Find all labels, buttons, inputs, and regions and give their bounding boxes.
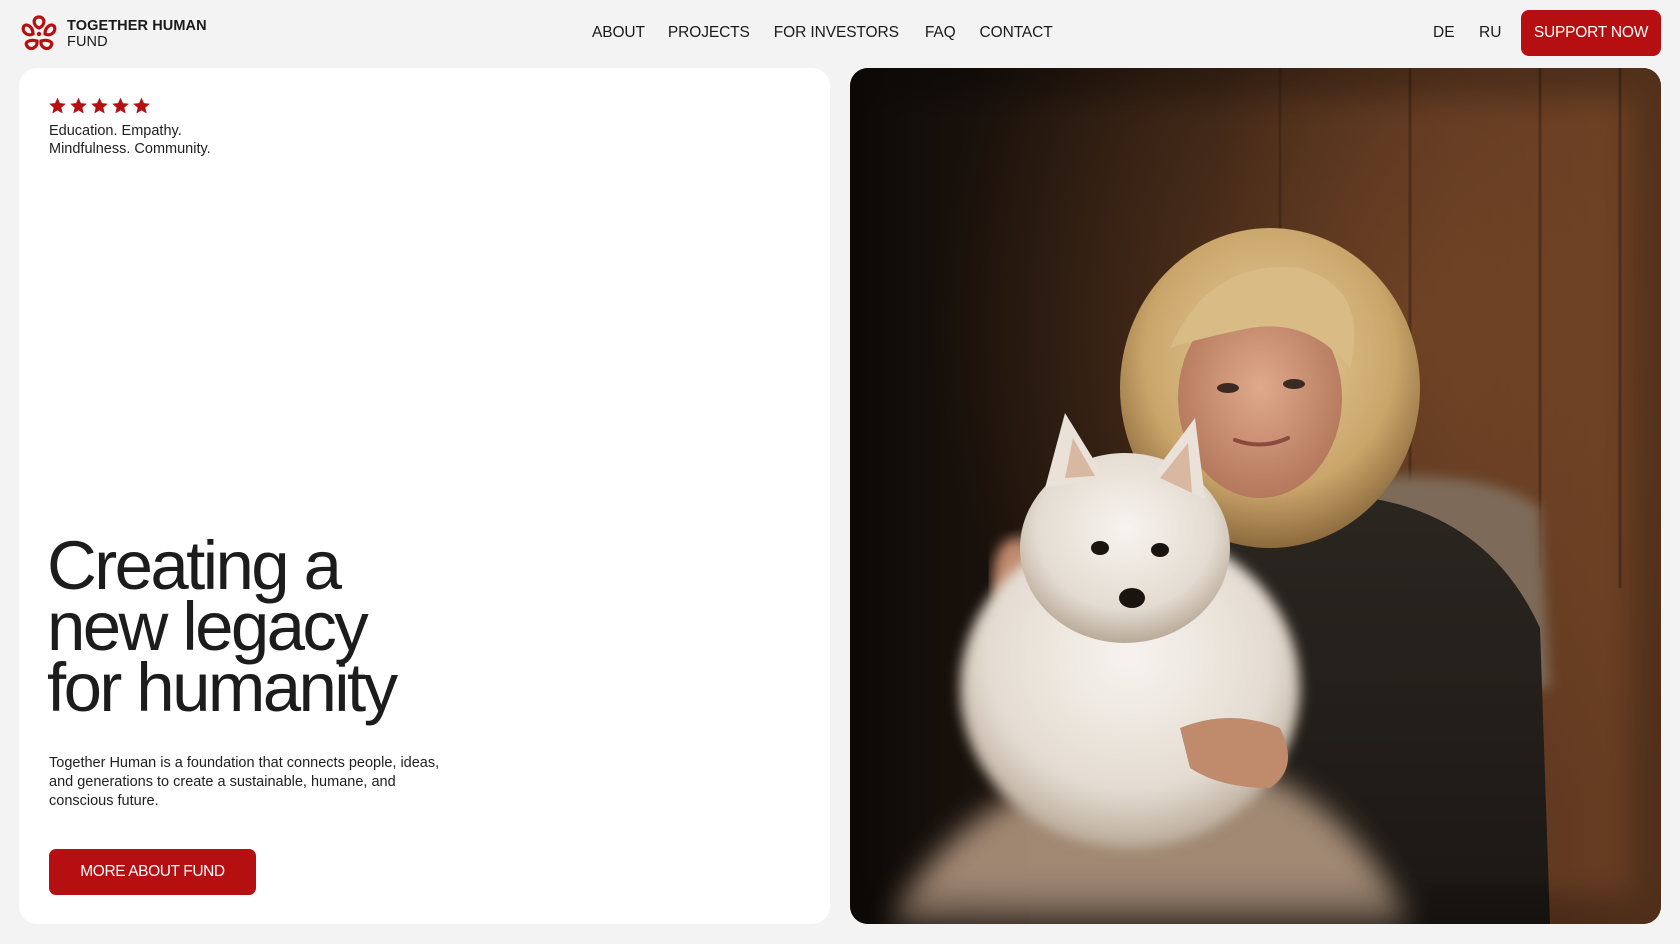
nav-item-about[interactable]: ABOUT — [592, 24, 645, 42]
rating-stars — [47, 96, 152, 116]
nav-item-faq[interactable]: FAQ — [925, 24, 956, 42]
headline-line2: new legacy — [47, 588, 369, 665]
star-icon — [49, 97, 66, 114]
flower-knot-logo-icon — [21, 15, 57, 51]
star-icon — [112, 97, 129, 114]
site-header: TOGETHER HUMAN FUND ABOUT PROJECTS FOR I… — [0, 0, 1680, 68]
logo-name-line1: TOGETHER HUMAN — [67, 18, 207, 34]
star-icon — [70, 97, 87, 114]
language-de-link[interactable]: DE — [1433, 24, 1455, 42]
tagline-line1: Education. Empathy. — [49, 123, 182, 139]
logo-name-line2: FUND — [67, 34, 108, 50]
headline-line1: Creating a — [47, 527, 342, 604]
main-nav: ABOUT PROJECTS FOR INVESTORS FAQ CONTACT — [592, 24, 1076, 42]
site-logo[interactable]: TOGETHER HUMAN FUND — [18, 13, 207, 55]
nav-item-contact[interactable]: CONTACT — [980, 24, 1053, 42]
nav-item-projects[interactable]: PROJECTS — [668, 24, 750, 42]
hero-text-card: Education. Empathy. Mindfulness. Communi… — [19, 68, 830, 924]
hero-description: Together Human is a foundation that conn… — [49, 755, 440, 809]
star-icon — [133, 97, 150, 114]
star-icon — [91, 97, 108, 114]
support-now-button[interactable]: SUPPORT NOW — [1521, 10, 1661, 56]
language-ru-link[interactable]: RU — [1479, 24, 1501, 42]
logo-wordmark: TOGETHER HUMAN FUND — [67, 18, 207, 50]
woman-with-dog-photo — [850, 68, 1661, 924]
headline-line3: for humanity — [47, 649, 398, 726]
tagline-line2: Mindfulness. Community. — [49, 140, 211, 157]
hero-photo — [850, 68, 1661, 924]
more-about-fund-button[interactable]: MORE ABOUT FUND — [49, 849, 256, 895]
hero-tagline: Education. Empathy. Mindfulness. Communi… — [49, 123, 211, 158]
hero-headline: Creating a new legacy for humanity — [47, 527, 398, 726]
nav-item-for-investors[interactable]: FOR INVESTORS — [774, 24, 899, 42]
